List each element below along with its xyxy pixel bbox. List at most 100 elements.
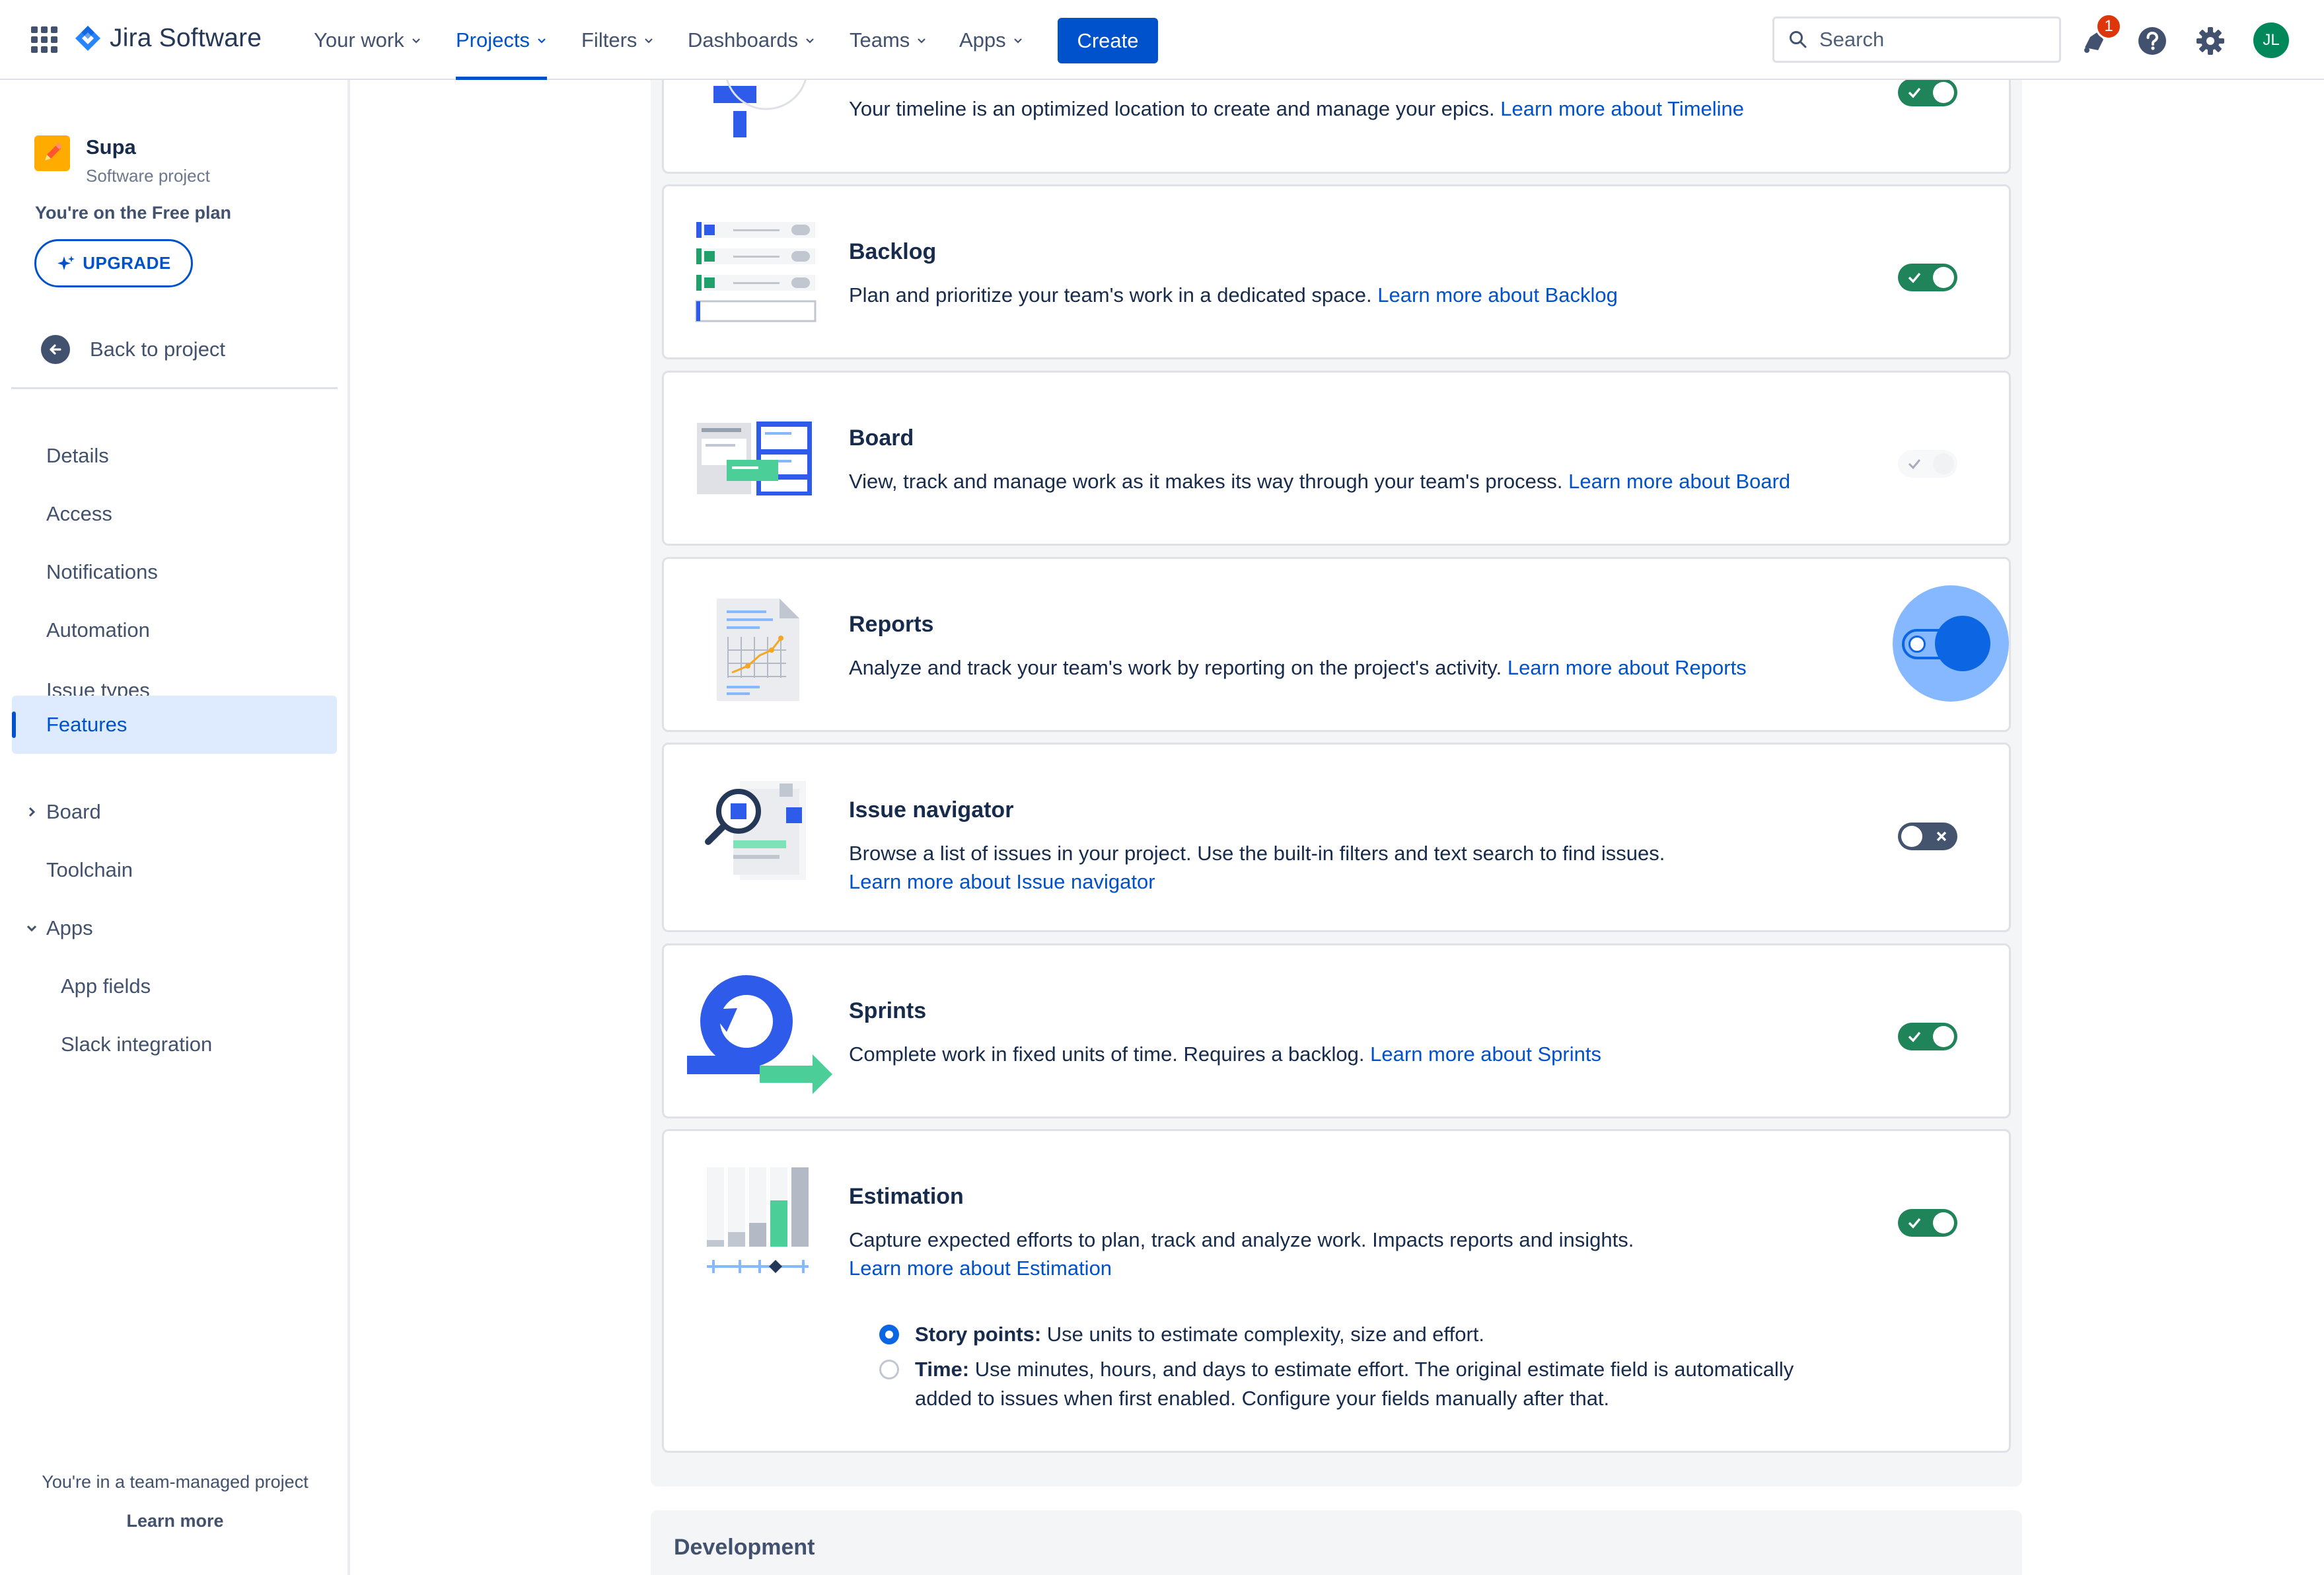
nav-teams[interactable]: Teams [850,0,927,80]
feature-title: Board [849,425,914,451]
user-avatar[interactable]: JL [2253,22,2289,58]
help-icon[interactable] [2136,25,2168,57]
plan-label: You're on the Free plan [35,203,231,223]
learn-more-link[interactable]: Learn more about Backlog [1377,283,1618,307]
learn-more-link[interactable]: Learn more about Issue navigator [849,870,1155,894]
sidebar: Supa Software project You're on the Free… [0,80,350,1575]
app-switcher-icon[interactable] [31,26,57,53]
nav-dashboards[interactable]: Dashboards [688,0,815,80]
back-label: Back to project [90,338,226,361]
jira-logo[interactable]: Jira Software [74,24,262,53]
learn-more-link[interactable]: Learn more about Board [1568,470,1790,493]
sidebar-item-label: Board [46,800,101,823]
nav-label: Filters [581,28,637,52]
sidebar-item-slack-integration[interactable]: Slack integration [12,1015,337,1074]
sidebar-item-label: App fields [61,974,151,998]
learn-more-link[interactable]: Learn more about Reports [1507,656,1747,679]
feature-description: Complete work in fixed units of time. Re… [849,1040,1840,1069]
estimation-illustration-icon [707,1167,809,1273]
check-icon [1908,1218,1921,1229]
nav-label: Teams [850,28,910,52]
feature-toggle-reports[interactable] [1893,585,2009,702]
sidebar-divider [11,387,338,389]
chevron-down-icon [412,38,420,44]
feature-desc-text: Plan and prioritize your team's work in … [849,283,1372,307]
nav-label: Projects [456,28,530,52]
radio-unselected-icon[interactable] [879,1360,899,1379]
feature-desc-text: Capture expected efforts to plan, track … [849,1228,1634,1251]
sidebar-item-board[interactable]: Board [12,783,337,841]
check-icon [1908,87,1921,98]
feature-title: Estimation [849,1184,964,1209]
project-header: Supa Software project [34,135,210,186]
sidebar-item-features[interactable]: Features [12,696,337,754]
feature-description: Capture expected efforts to plan, track … [849,1226,1840,1255]
settings-gear-icon[interactable] [2195,25,2226,57]
learn-more-link[interactable]: Learn more about Sprints [1370,1043,1601,1066]
nav-label: Your work [314,28,404,52]
option-text: Use units to estimate complexity, size a… [1046,1323,1484,1346]
chevron-down-icon [645,38,653,44]
upgrade-label: UPGRADE [83,253,171,273]
project-type: Software project [86,166,210,186]
chevron-down-icon [538,38,546,44]
search-input[interactable] [1819,28,2044,52]
sidebar-item-label: Access [46,502,112,525]
sidebar-item-label: Features [46,713,127,736]
chevron-down-icon [806,38,814,44]
estimation-option-time[interactable]: Time: Use minutes, hours, and days to es… [879,1355,1837,1413]
learn-more-link[interactable]: Learn more about Estimation [849,1257,1112,1280]
feature-toggle-backlog[interactable] [1898,264,1957,291]
sidebar-item-app-fields[interactable]: App fields [12,957,337,1015]
sidebar-item-automation[interactable]: Automation [12,601,337,659]
jira-diamond-icon [75,26,100,51]
sidebar-item-details[interactable]: Details [12,427,337,485]
chevron-right-icon [28,807,36,817]
nav-your-work[interactable]: Your work [314,0,421,80]
nav-projects[interactable]: Projects [456,0,547,80]
feature-desc-text: Browse a list of issues in your project.… [849,842,1665,865]
feature-title: Sprints [849,998,927,1023]
feature-card-estimation: Estimation Capture expected efforts to p… [662,1129,2011,1453]
sidebar-item-apps[interactable]: Apps [12,899,337,957]
feature-toggle-timeline[interactable] [1898,79,1957,106]
section-heading: Development [674,1535,815,1560]
project-pencil-icon [34,135,70,171]
create-button[interactable]: Create [1058,18,1158,63]
sidebar-item-label: Apps [46,916,93,939]
feature-desc-text: Analyze and track your team's work by re… [849,656,1502,679]
learn-more-link[interactable]: Learn more about Timeline [1500,97,1744,120]
estimation-option-story-points[interactable]: Story points: Use units to estimate comp… [879,1320,1837,1349]
option-label: Time: [915,1358,970,1381]
option-text: Use minutes, hours, and days to estimate… [915,1358,1794,1410]
issue-navigator-illustration-icon [705,781,806,880]
sidebar-item-label: Slack integration [61,1033,213,1056]
check-icon [1908,1031,1921,1043]
sidebar-item-access[interactable]: Access [12,485,337,543]
sidebar-item-notifications[interactable]: Notifications [12,543,337,601]
feature-toggle-board[interactable] [1898,450,1957,478]
nav-filters[interactable]: Filters [581,0,654,80]
feature-desc-text: View, track and manage work as it makes … [849,470,1563,493]
feature-title: Reports [849,612,934,637]
feature-description: View, track and manage work as it makes … [849,467,1840,496]
radio-selected-icon[interactable] [879,1325,899,1344]
feature-toggle-issue-navigator[interactable] [1898,823,1957,850]
chevron-down-icon [26,925,37,932]
back-to-project-link[interactable]: Back to project [41,335,225,364]
sidebar-learn-more-link[interactable]: Learn more [0,1511,350,1531]
sidebar-item-toolchain[interactable]: Toolchain [12,841,337,899]
chevron-down-icon [1013,38,1022,44]
top-navigation: Jira Software Your work Projects Filters… [0,0,2324,80]
nav-label: Dashboards [688,28,799,52]
development-section: Development [651,1510,2022,1575]
nav-apps[interactable]: Apps [959,0,1023,80]
feature-toggle-sprints[interactable] [1898,1023,1957,1050]
feature-toggle-estimation[interactable] [1898,1209,1957,1237]
upgrade-button[interactable]: UPGRADE [34,239,193,287]
chevron-down-icon [918,38,926,44]
feature-desc-text: Complete work in fixed units of time. Re… [849,1043,1365,1066]
search-box[interactable] [1772,17,2061,63]
nav-label: Apps [959,28,1006,52]
feature-card-reports: Reports Analyze and track your team's wo… [662,557,2011,732]
